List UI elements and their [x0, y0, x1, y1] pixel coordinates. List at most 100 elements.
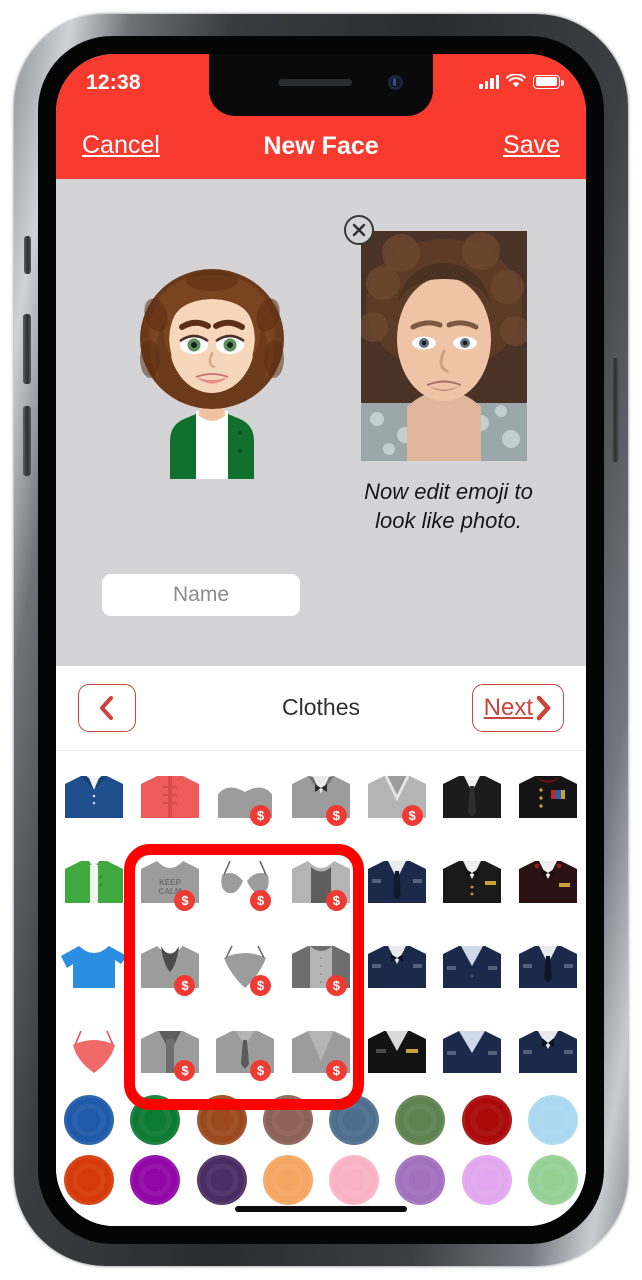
volume-down-button[interactable] [23, 406, 31, 476]
clothes-item-black-uniform-bowtie[interactable] [435, 839, 511, 924]
clothes-grid: $ $ $ KEEP CALM $ $ $ $ $ $ $ $ $ [56, 750, 586, 1094]
clothes-row: KEEP CALM $ $ $ [56, 839, 586, 924]
color-swatch[interactable] [321, 1155, 387, 1205]
navy-uniform-wide-collar-icon [443, 1030, 502, 1073]
clothes-item-black-uniform-vneck[interactable] [359, 1009, 435, 1094]
premium-badge: $ [325, 975, 347, 996]
clothes-item-navy-polo-shirt[interactable] [56, 754, 132, 839]
clothes-item-navy-uniform-wide-collar[interactable] [435, 1009, 511, 1094]
color-swatch[interactable] [387, 1095, 453, 1145]
clothes-item-navy-uniform-necktie[interactable] [510, 924, 586, 1009]
premium-badge: $ [174, 1060, 196, 1081]
color-swatch[interactable] [454, 1095, 520, 1145]
red-mandarin-jacket-icon [140, 775, 199, 818]
color-swatch-fill [461, 1095, 512, 1145]
close-icon[interactable] [344, 215, 374, 245]
clothes-item-blue-tshirt[interactable] [56, 924, 132, 1009]
color-swatch-fill [461, 1155, 512, 1205]
premium-badge: $ [325, 805, 347, 826]
black-uniform-vneck-icon [367, 1030, 426, 1073]
clothes-item-black-suit-tie[interactable] [435, 754, 511, 839]
clothes-item-navy-uniform-bowtie-2[interactable] [510, 1009, 586, 1094]
navy-uniform-tie-icon [367, 860, 426, 903]
save-button[interactable]: Save [503, 131, 560, 160]
clothes-item-gray-cardigan[interactable]: $ [132, 1009, 208, 1094]
color-swatch[interactable] [454, 1155, 520, 1205]
clothes-item-scarf-top[interactable]: $ [132, 924, 208, 1009]
color-swatch-fill [262, 1155, 313, 1205]
home-indicator[interactable] [235, 1206, 407, 1212]
black-suit-tie-icon [443, 775, 502, 818]
color-swatch[interactable] [520, 1095, 586, 1145]
clothes-item-camisole[interactable]: $ [207, 924, 283, 1009]
reference-photo-thumbnail[interactable] [361, 231, 527, 461]
blue-tshirt-icon [60, 945, 127, 988]
chevron-right-icon [536, 695, 551, 721]
clothes-item-tank-top-layered[interactable]: $ [283, 839, 359, 924]
color-palette [56, 1090, 586, 1210]
clothes-item-navy-uniform-collar[interactable] [435, 924, 511, 1009]
notch [209, 54, 433, 116]
clothes-item-red-mandarin-jacket[interactable] [132, 754, 208, 839]
clothes-item-tuxedo-bowtie[interactable]: $ [283, 754, 359, 839]
color-swatch[interactable] [56, 1095, 122, 1145]
power-button[interactable] [611, 358, 619, 462]
clothes-item-navy-uniform-tie[interactable] [359, 839, 435, 924]
instruction-text: Now edit emoji to look like photo. [364, 479, 533, 534]
front-camera-icon [388, 75, 403, 90]
color-swatch[interactable] [255, 1095, 321, 1145]
color-row [56, 1150, 586, 1210]
phone-screen: 12:38 Cancel New Face Save Now edit emoj… [56, 54, 586, 1226]
color-swatch-fill [130, 1095, 181, 1145]
clothes-item-black-dress-uniform-medals[interactable] [510, 754, 586, 839]
phone-frame: 12:38 Cancel New Face Save Now edit emoj… [14, 14, 628, 1266]
clothes-item-keep-calm-tshirt[interactable]: KEEP CALM $ [132, 839, 208, 924]
color-swatch[interactable] [321, 1095, 387, 1145]
navigation-bar: Cancel New Face Save [56, 116, 586, 179]
navy-uniform-bowtie-icon [367, 945, 426, 988]
premium-badge: $ [250, 975, 272, 996]
volume-up-button[interactable] [23, 314, 31, 384]
navy-polo-shirt-icon [64, 775, 123, 818]
clothes-item-bra[interactable]: $ [207, 839, 283, 924]
color-swatch[interactable] [189, 1155, 255, 1205]
coral-bra-top-icon [72, 1030, 115, 1073]
color-swatch[interactable] [387, 1155, 453, 1205]
name-input[interactable]: Name [102, 574, 300, 616]
clothes-item-dark-red-uniform[interactable] [510, 839, 586, 924]
clothes-item-navy-uniform-bowtie[interactable] [359, 924, 435, 1009]
clothes-item-green-cardigan[interactable] [56, 839, 132, 924]
clothes-row: $ $ $ [56, 1009, 586, 1094]
picker-header: Clothes Next [56, 666, 586, 750]
navy-uniform-bowtie-2-icon [519, 1030, 578, 1073]
color-swatch-fill [329, 1095, 380, 1145]
clothes-item-shirt-with-tie[interactable]: $ [207, 1009, 283, 1094]
navy-uniform-necktie-icon [519, 945, 578, 988]
premium-badge: $ [325, 890, 347, 911]
clothes-picker-panel: Clothes Next $ $ $ KEEP CALM $ $ $ $ $ $ $ $ $ [56, 666, 586, 1226]
color-swatch[interactable] [56, 1155, 122, 1205]
next-button-label: Next [483, 694, 533, 721]
clothes-row: $ $ $ [56, 924, 586, 1009]
black-uniform-bowtie-icon [443, 860, 502, 903]
clothes-row: $ $ $ [56, 754, 586, 839]
color-swatch-fill [196, 1095, 247, 1145]
color-swatch[interactable] [520, 1155, 586, 1205]
emoji-avatar-preview[interactable] [112, 255, 312, 479]
black-dress-uniform-medals-icon [519, 775, 578, 818]
color-swatch[interactable] [122, 1155, 188, 1205]
color-swatch[interactable] [122, 1095, 188, 1145]
color-swatch[interactable] [189, 1095, 255, 1145]
premium-badge: $ [250, 1060, 272, 1081]
color-swatch-fill [130, 1155, 181, 1205]
color-row [56, 1090, 586, 1150]
clothes-item-deep-v-sweater[interactable]: $ [283, 1009, 359, 1094]
next-button[interactable]: Next [471, 684, 564, 732]
silent-switch[interactable] [24, 236, 31, 274]
clothes-item-v-neck-sweater[interactable]: $ [359, 754, 435, 839]
premium-badge: $ [174, 890, 196, 911]
clothes-item-button-up-blouse[interactable]: $ [283, 924, 359, 1009]
color-swatch[interactable] [255, 1155, 321, 1205]
clothes-item-coral-bra-top[interactable] [56, 1009, 132, 1094]
clothes-item-strapless-top[interactable]: $ [207, 754, 283, 839]
